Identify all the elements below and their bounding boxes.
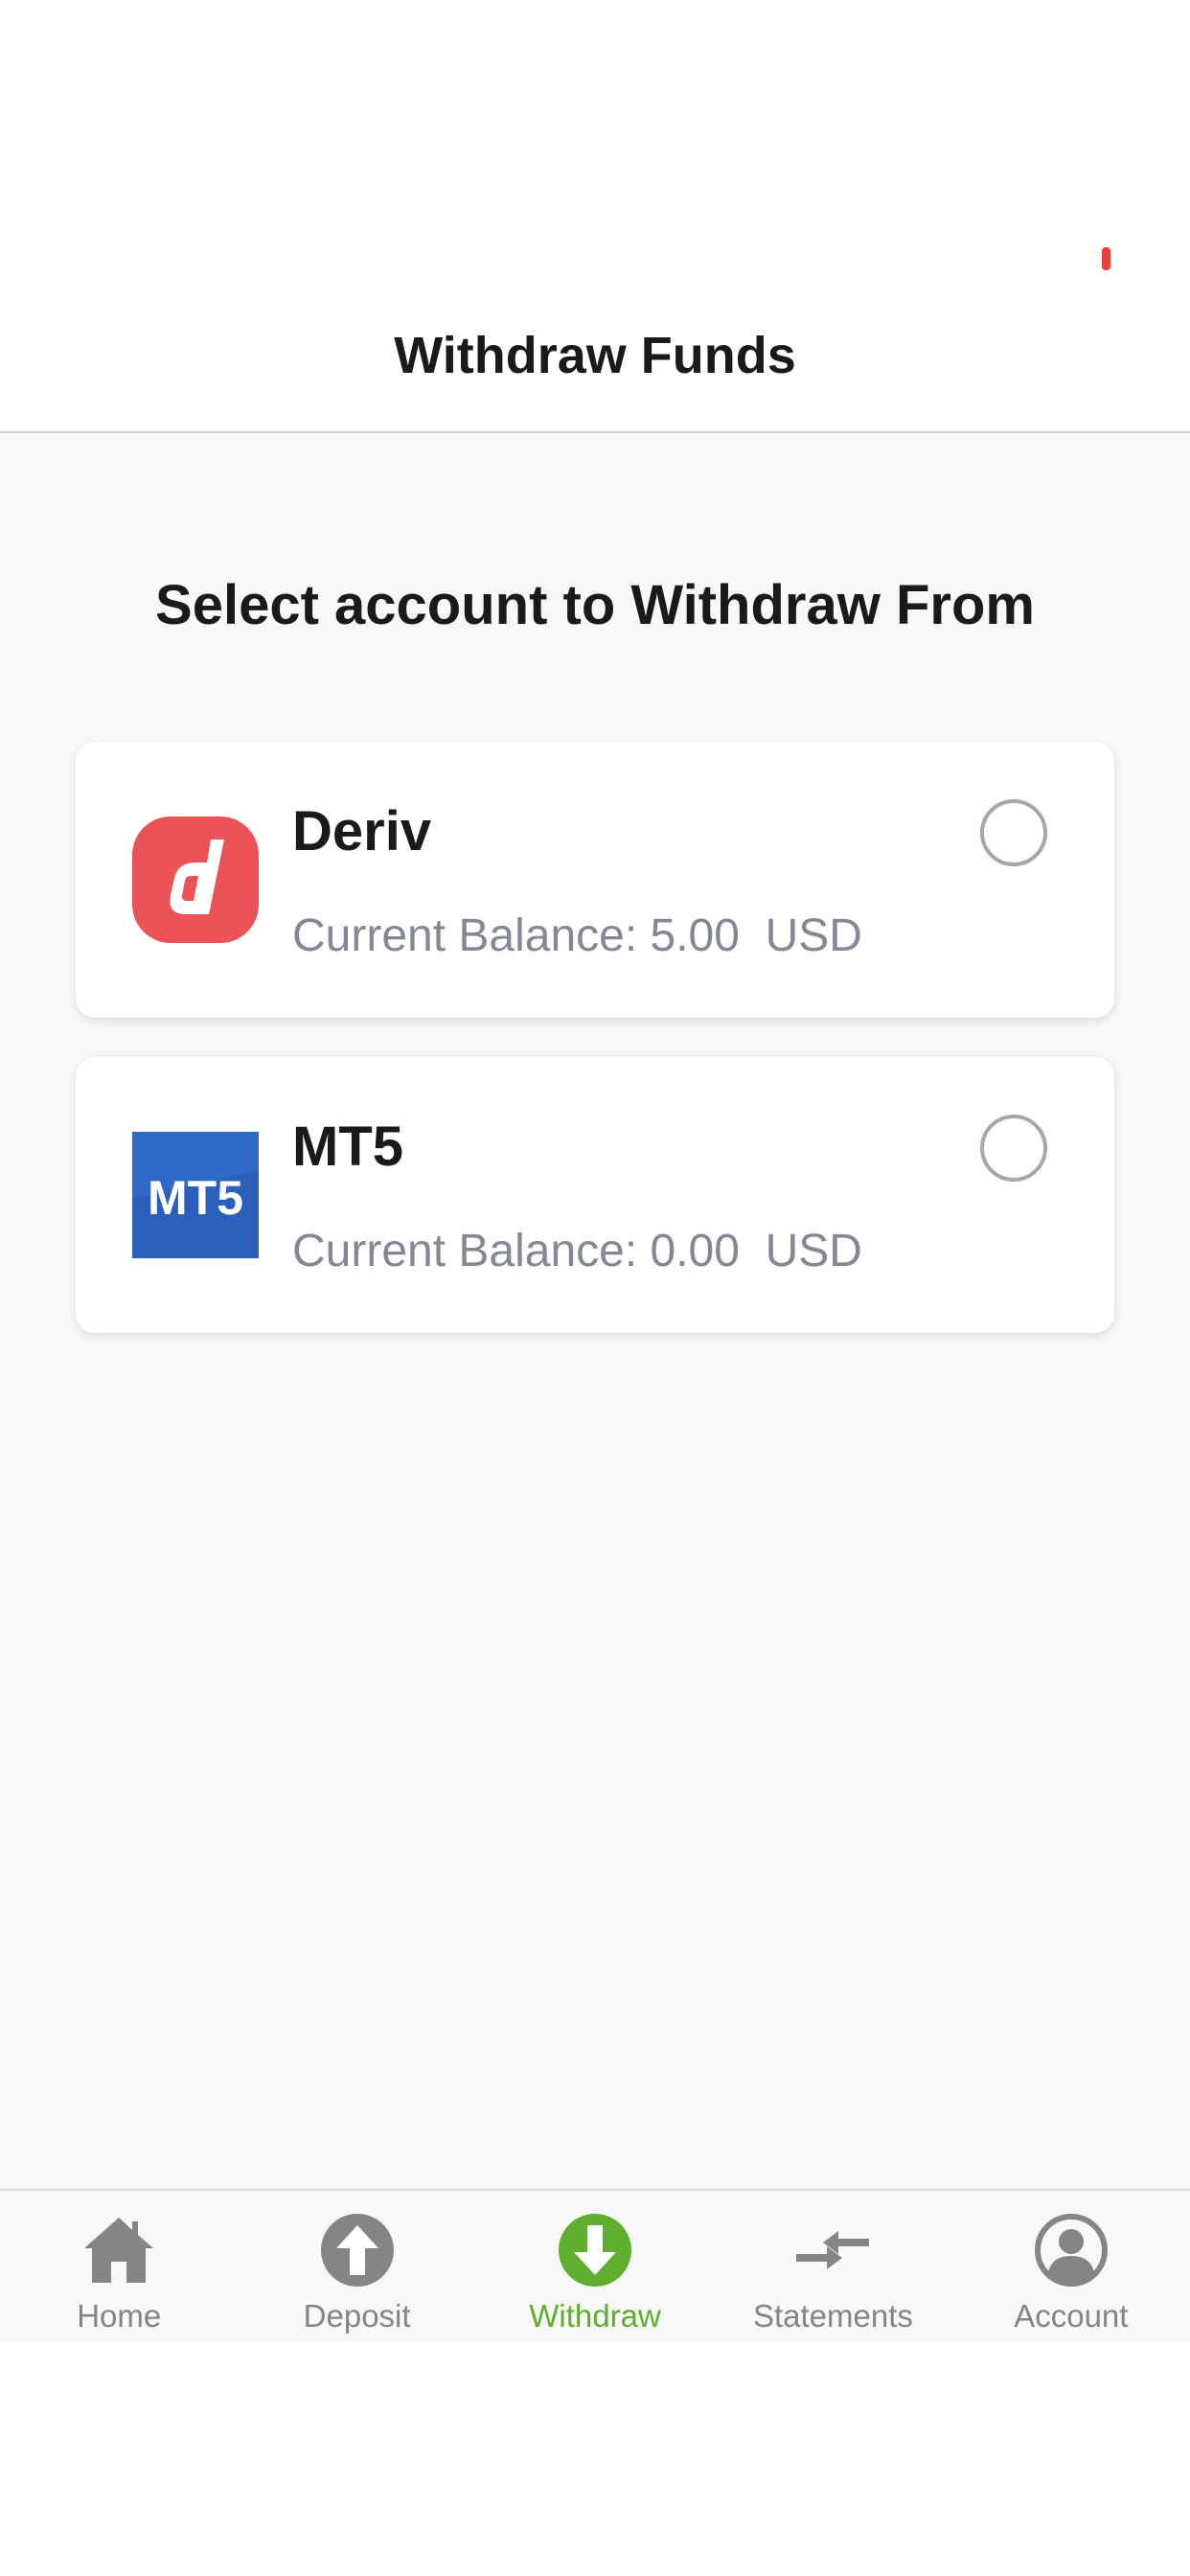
tab-home[interactable]: Home [0, 2191, 238, 2344]
transfer-arrows-icon [794, 2212, 871, 2288]
tab-bar: Home Deposit Withdraw Statements Account [0, 2189, 1190, 2344]
account-card-deriv[interactable]: Deriv Current Balance: 5.00 USD [76, 742, 1114, 1018]
tab-label: Account [1014, 2298, 1129, 2334]
tab-statements[interactable]: Statements [714, 2191, 951, 2344]
main-content: Select account to Withdraw From Deriv Cu… [0, 433, 1190, 2189]
account-card-mt5[interactable]: MT5 MT5 Current Balance: 0.00 USD [76, 1057, 1114, 1333]
status-bar [0, 0, 1190, 307]
account-radio-mt5[interactable] [980, 1115, 1047, 1182]
tab-label: Withdraw [529, 2298, 661, 2334]
arrow-up-circle-icon [319, 2212, 396, 2288]
account-radio-deriv[interactable] [980, 799, 1047, 866]
section-title: Select account to Withdraw From [155, 574, 1035, 636]
header: Withdraw Funds [0, 307, 1190, 433]
tab-withdraw[interactable]: Withdraw [476, 2191, 714, 2344]
tab-label: Home [77, 2298, 162, 2334]
account-balance: Current Balance: 0.00 USD [292, 1226, 862, 1276]
page-title: Withdraw Funds [394, 327, 796, 384]
account-balance: Current Balance: 5.00 USD [292, 910, 862, 961]
account-name: MT5 [292, 1116, 403, 1178]
tab-account[interactable]: Account [952, 2191, 1190, 2344]
mt5-logo-text: MT5 [148, 1171, 243, 1225]
deriv-logo-icon [132, 816, 259, 943]
arrow-down-circle-icon [557, 2212, 633, 2288]
status-indicator [1102, 247, 1110, 270]
tab-label: Statements [752, 2298, 913, 2334]
home-indicator-area [0, 2342, 1190, 2576]
tab-deposit[interactable]: Deposit [238, 2191, 475, 2344]
mt5-logo-icon: MT5 [132, 1132, 259, 1258]
account-name: Deriv [292, 800, 432, 862]
home-icon [80, 2212, 157, 2288]
user-circle-icon [1033, 2212, 1110, 2288]
tab-label: Deposit [303, 2298, 411, 2334]
